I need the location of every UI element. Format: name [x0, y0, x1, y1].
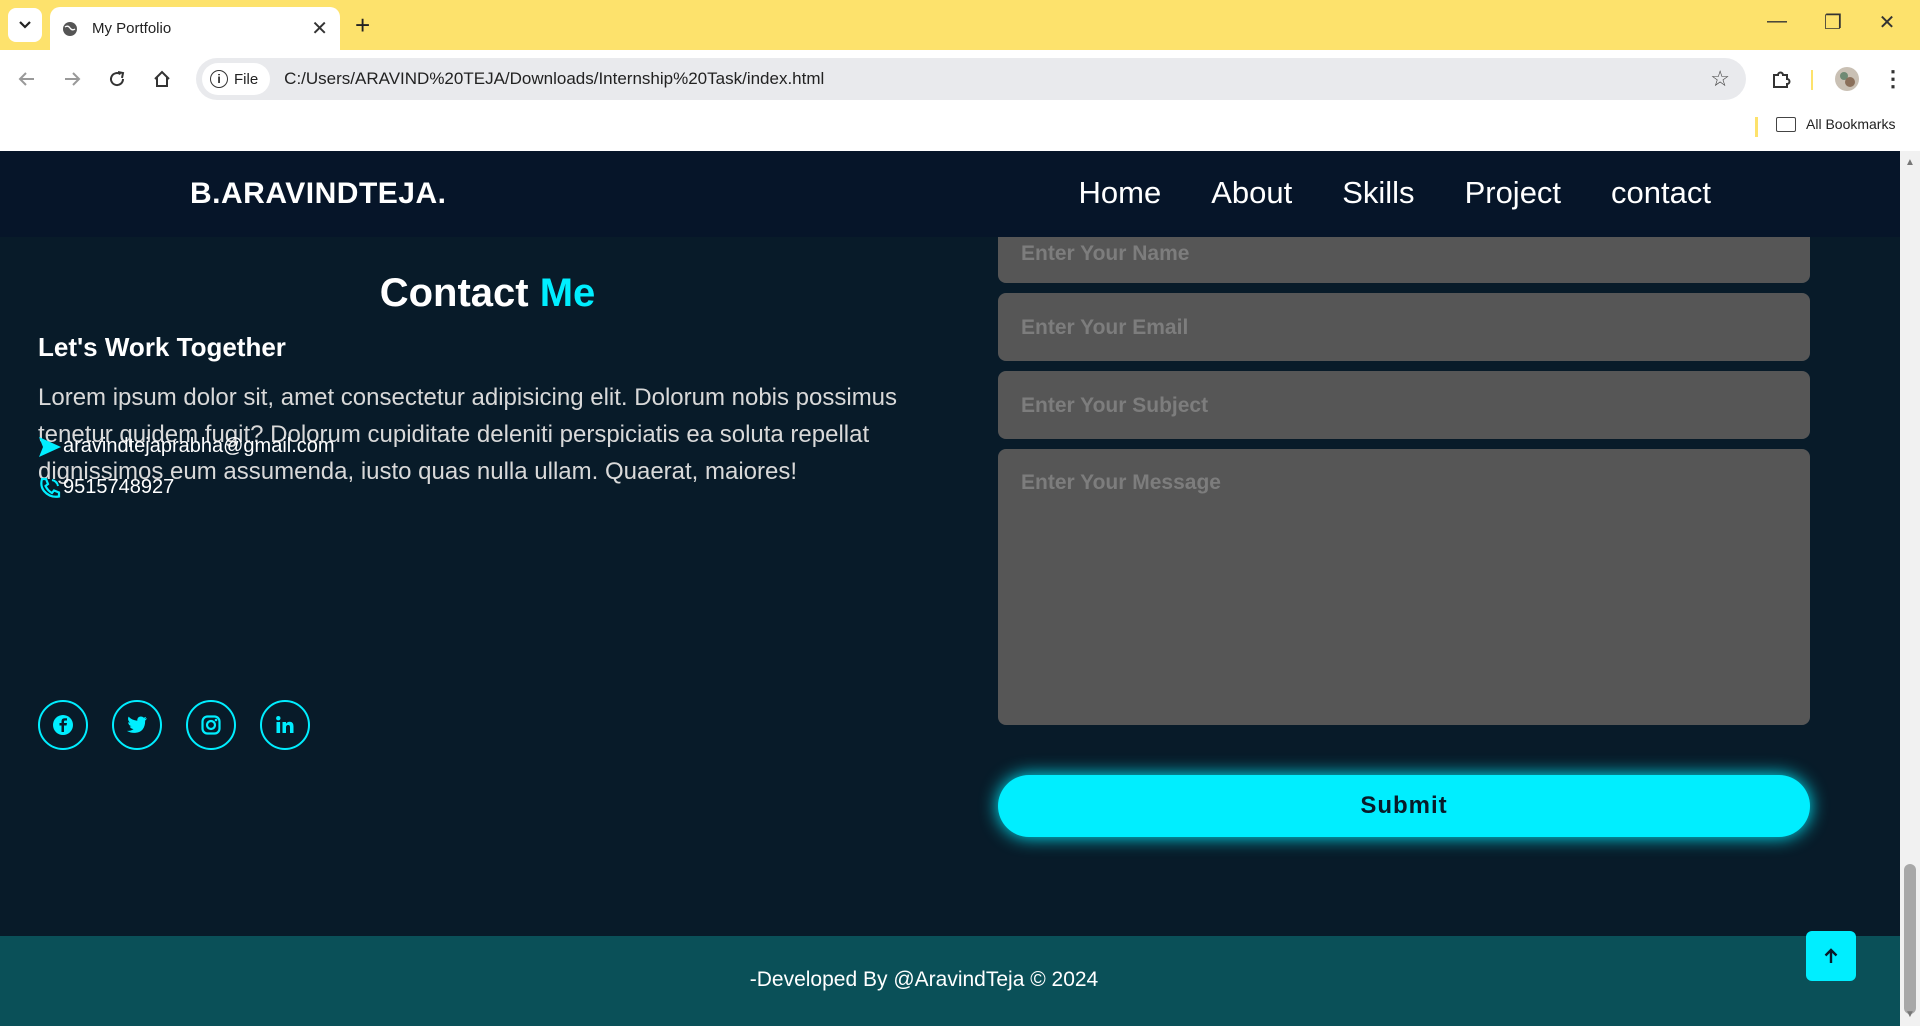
bookmark-star-icon[interactable]: ☆	[1710, 66, 1730, 92]
site-header: B.ARAVINDTEJA. Home About Skills Project…	[0, 151, 1900, 237]
browser-menu-button[interactable]: ⋮	[1878, 64, 1908, 94]
window-close-icon[interactable]: ✕	[1872, 10, 1902, 35]
phone-text[interactable]: 9515748927	[63, 476, 174, 499]
contact-subtitle: Let's Work Together	[38, 332, 286, 362]
minimize-icon[interactable]: —	[1762, 10, 1792, 33]
email-text[interactable]: aravindtejaprabha@gmail.com	[63, 435, 335, 458]
arrow-left-icon	[18, 72, 34, 86]
chevron-down-icon	[19, 21, 31, 29]
instagram-icon	[201, 715, 221, 735]
phone-icon	[40, 477, 61, 498]
scroll-up-arrow-icon[interactable]: ▲	[1905, 157, 1915, 168]
browser-tab-strip: My Portfolio ✕ + — ❐ ✕	[0, 0, 1920, 50]
message-textarea[interactable]: Enter Your Message	[998, 449, 1810, 725]
kebab-menu-icon: ⋮	[1882, 66, 1904, 91]
new-tab-button[interactable]: +	[355, 10, 370, 40]
tab-search-button[interactable]	[8, 8, 42, 42]
back-button[interactable]	[12, 64, 42, 94]
instagram-link[interactable]	[186, 700, 236, 750]
footer-text: -Developed By @AravindTeja © 2024	[749, 968, 1099, 991]
arrow-up-icon	[1824, 948, 1838, 963]
contact-heading-accent: Me	[539, 271, 596, 315]
nav-project[interactable]: Project	[1465, 175, 1561, 211]
all-bookmarks-label: All Bookmarks	[1806, 116, 1896, 132]
url-text[interactable]: C:/Users/ARAVIND%20TEJA/Downloads/Intern…	[284, 69, 1710, 89]
tab-title: My Portfolio	[92, 20, 172, 37]
home-button[interactable]	[147, 64, 177, 94]
all-bookmarks-button[interactable]: All Bookmarks	[1776, 116, 1895, 132]
submit-button[interactable]: Submit	[998, 775, 1810, 837]
phone-row: 9515748927	[38, 476, 174, 499]
page-viewport: B.ARAVINDTEJA. Home About Skills Project…	[0, 151, 1900, 1026]
tab-close-icon[interactable]: ✕	[311, 16, 328, 41]
subject-field[interactable]: Enter Your Subject	[998, 371, 1810, 439]
folder-icon	[1776, 116, 1796, 132]
scroll-to-top-button[interactable]	[1806, 931, 1856, 981]
email-row: aravindtejaprabha@gmail.com	[38, 435, 335, 458]
site-info-chip[interactable]: i File	[202, 63, 271, 95]
reload-icon	[110, 71, 125, 87]
page-scrollbar[interactable]: ▲ ▼	[1900, 151, 1920, 1026]
email-placeholder: Enter Your Email	[1021, 316, 1189, 339]
bookmarks-divider	[1755, 117, 1758, 137]
site-info-label: File	[234, 70, 259, 88]
avatar-icon	[1835, 67, 1859, 91]
linkedin-icon	[276, 716, 294, 733]
puzzle-icon	[1773, 71, 1791, 88]
reload-button[interactable]	[102, 64, 132, 94]
site-footer: -Developed By @AravindTeja © 2024	[0, 936, 1900, 1026]
scrollbar-thumb[interactable]	[1904, 864, 1916, 1014]
site-logo[interactable]: B.ARAVINDTEJA.	[190, 177, 446, 211]
bookmarks-bar: All Bookmarks	[0, 108, 1920, 151]
extensions-button[interactable]	[1766, 64, 1796, 94]
home-icon	[154, 70, 170, 87]
facebook-icon	[53, 715, 73, 735]
nav-about[interactable]: About	[1211, 175, 1292, 211]
subject-placeholder: Enter Your Subject	[1021, 394, 1209, 417]
main-nav: Home About Skills Project contact	[1079, 175, 1712, 211]
social-links	[38, 700, 310, 750]
nav-contact[interactable]: contact	[1611, 175, 1711, 211]
contact-heading-main: Contact	[379, 271, 540, 315]
scroll-down-arrow-icon[interactable]: ▼	[1905, 1009, 1915, 1020]
nav-home[interactable]: Home	[1079, 175, 1162, 211]
address-bar[interactable]: i File C:/Users/ARAVIND%20TEJA/Downloads…	[196, 58, 1746, 100]
linkedin-link[interactable]	[260, 700, 310, 750]
facebook-link[interactable]	[38, 700, 88, 750]
twitter-link[interactable]	[112, 700, 162, 750]
message-placeholder: Enter Your Message	[1021, 471, 1221, 494]
nav-skills[interactable]: Skills	[1342, 175, 1414, 211]
restore-icon[interactable]: ❐	[1818, 10, 1848, 35]
twitter-icon	[126, 716, 148, 733]
email-field[interactable]: Enter Your Email	[998, 293, 1810, 361]
globe-icon	[63, 21, 77, 36]
forward-button[interactable]	[57, 64, 87, 94]
arrow-right-icon	[65, 72, 81, 86]
browser-toolbar: i File C:/Users/ARAVIND%20TEJA/Downloads…	[0, 50, 1920, 108]
browser-tab[interactable]: My Portfolio ✕	[50, 7, 340, 50]
send-icon	[39, 436, 61, 457]
info-icon: i	[210, 70, 228, 88]
name-placeholder: Enter Your Name	[1021, 242, 1190, 265]
contact-heading: Contact Me	[0, 271, 975, 316]
toolbar-divider	[1811, 70, 1813, 90]
profile-avatar[interactable]	[1832, 64, 1862, 94]
